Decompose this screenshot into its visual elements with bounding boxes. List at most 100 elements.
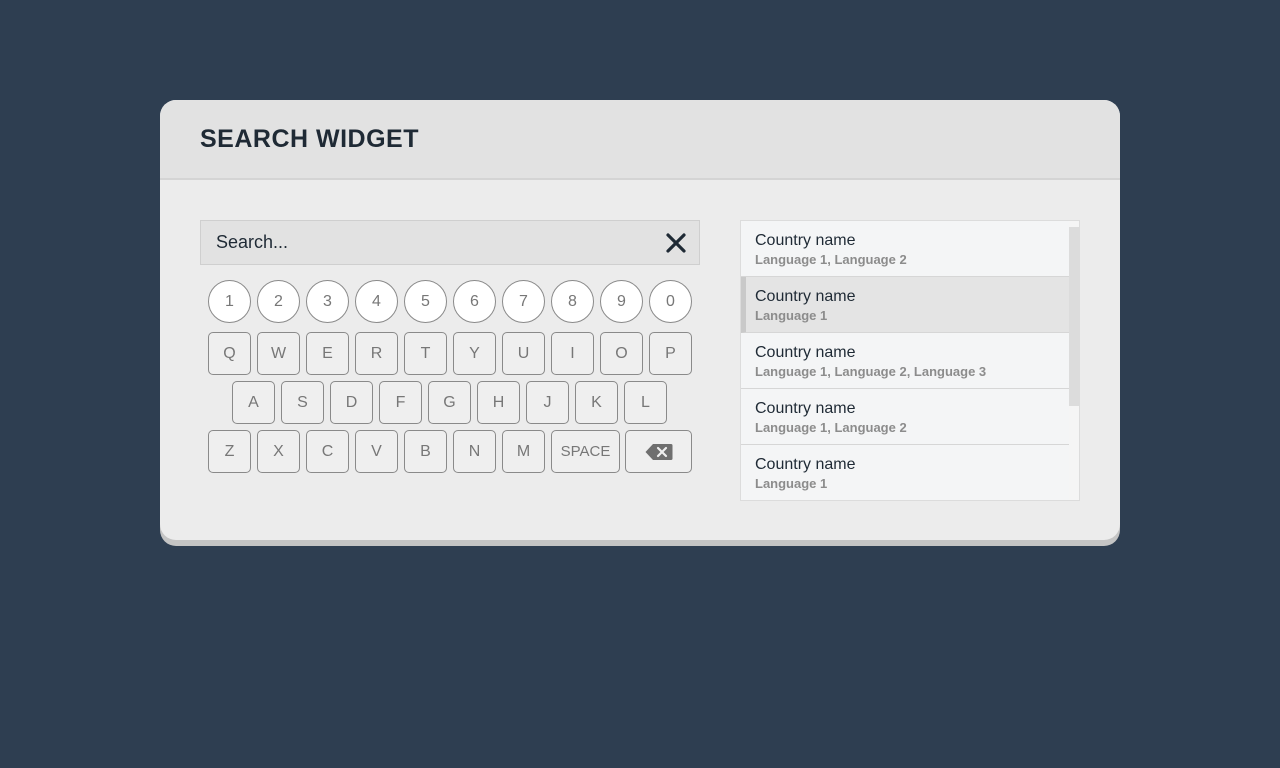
key-0[interactable]: 0	[649, 280, 692, 323]
key-p[interactable]: P	[649, 332, 692, 375]
result-item[interactable]: Country name Language 1	[741, 445, 1069, 500]
key-d-label: D	[345, 393, 358, 411]
key-j-label: J	[543, 393, 552, 411]
key-0-label: 0	[666, 292, 675, 310]
key-8[interactable]: 8	[551, 280, 594, 323]
key-y[interactable]: Y	[453, 332, 496, 375]
result-languages: Language 1, Language 2, Language 3	[755, 364, 987, 379]
search-input[interactable]	[201, 220, 653, 265]
key-u[interactable]: U	[502, 332, 545, 375]
result-item[interactable]: Country name Language 1, Language 2	[741, 221, 1069, 277]
key-s-label: S	[297, 393, 308, 411]
key-3-label: 3	[323, 292, 332, 310]
key-v[interactable]: V	[355, 430, 398, 473]
key-s[interactable]: S	[281, 381, 324, 424]
key-5-label: 5	[421, 292, 430, 310]
space-key[interactable]: SPACE	[551, 430, 620, 473]
key-m[interactable]: M	[502, 430, 545, 473]
key-n[interactable]: N	[453, 430, 496, 473]
result-country-name: Country name	[755, 456, 856, 473]
key-h[interactable]: H	[477, 381, 520, 424]
key-g[interactable]: G	[428, 381, 471, 424]
key-5[interactable]: 5	[404, 280, 447, 323]
key-6[interactable]: 6	[453, 280, 496, 323]
key-6-label: 6	[470, 292, 479, 310]
key-k[interactable]: K	[575, 381, 618, 424]
key-w-label: W	[270, 344, 287, 362]
key-j[interactable]: J	[526, 381, 569, 424]
clear-search-button[interactable]	[653, 221, 699, 264]
key-e-label: E	[322, 344, 333, 362]
result-languages: Language 1, Language 2	[755, 252, 907, 267]
key-w[interactable]: W	[257, 332, 300, 375]
key-8-label: 8	[568, 292, 577, 310]
key-k-label: K	[591, 393, 602, 411]
result-country-name: Country name	[755, 400, 856, 417]
key-g-label: G	[443, 393, 456, 411]
result-country-name: Country name	[755, 232, 856, 249]
key-q-label: Q	[223, 344, 236, 362]
scrollbar-track[interactable]	[1069, 221, 1079, 500]
key-l[interactable]: L	[624, 381, 667, 424]
widget-title: SEARCH WIDGET	[200, 124, 419, 153]
result-country-name: Country name	[755, 288, 856, 305]
key-r[interactable]: R	[355, 332, 398, 375]
key-e[interactable]: E	[306, 332, 349, 375]
widget-header: SEARCH WIDGET	[160, 100, 1120, 180]
key-4[interactable]: 4	[355, 280, 398, 323]
result-item[interactable]: Country name Language 1, Language 2, Lang…	[741, 333, 1069, 389]
key-f[interactable]: F	[379, 381, 422, 424]
key-a[interactable]: A	[232, 381, 275, 424]
key-1[interactable]: 1	[208, 280, 251, 323]
key-4-label: 4	[372, 292, 381, 310]
key-a-label: A	[248, 393, 259, 411]
key-m-label: M	[516, 442, 531, 460]
key-l-label: L	[641, 393, 650, 411]
key-f-label: F	[395, 393, 406, 411]
key-2-label: 2	[274, 292, 283, 310]
key-y-label: Y	[469, 344, 480, 362]
scrollbar-thumb[interactable]	[1069, 227, 1079, 406]
key-i-label: I	[570, 344, 575, 362]
key-7[interactable]: 7	[502, 280, 545, 323]
result-languages: Language 1, Language 2	[755, 420, 907, 435]
key-h-label: H	[492, 393, 505, 411]
close-icon	[666, 232, 686, 253]
key-c-label: C	[321, 442, 334, 460]
key-1-label: 1	[225, 292, 234, 310]
search-box	[200, 220, 700, 265]
key-t[interactable]: T	[404, 332, 447, 375]
key-9-label: 9	[617, 292, 626, 310]
key-t-label: T	[420, 344, 431, 362]
space-key-label: SPACE	[560, 443, 611, 460]
key-c[interactable]: C	[306, 430, 349, 473]
backspace-key[interactable]	[625, 430, 692, 473]
key-p-label: P	[665, 344, 676, 362]
key-z-label: Z	[224, 442, 235, 460]
result-languages: Language 1	[755, 308, 828, 323]
key-2[interactable]: 2	[257, 280, 300, 323]
key-n-label: N	[468, 442, 481, 460]
key-o[interactable]: O	[600, 332, 643, 375]
backspace-icon	[645, 443, 672, 460]
key-o-label: O	[615, 344, 628, 362]
result-country-name: Country name	[755, 344, 856, 361]
key-b-label: B	[420, 442, 431, 460]
key-b[interactable]: B	[404, 430, 447, 473]
key-u-label: U	[517, 344, 530, 362]
key-v-label: V	[371, 442, 382, 460]
key-q[interactable]: Q	[208, 332, 251, 375]
key-i[interactable]: I	[551, 332, 594, 375]
search-widget: SEARCH WIDGET 1 2 3 4 5 6 7 8 9 0 Q W E R T Y U I O P A S D F…	[160, 100, 1120, 540]
key-d[interactable]: D	[330, 381, 373, 424]
key-7-label: 7	[519, 292, 528, 310]
result-item[interactable]: Country name Language 1	[741, 277, 1069, 333]
key-3[interactable]: 3	[306, 280, 349, 323]
key-z[interactable]: Z	[208, 430, 251, 473]
result-item[interactable]: Country name Language 1, Language 2	[741, 389, 1069, 445]
key-9[interactable]: 9	[600, 280, 643, 323]
result-languages: Language 1	[755, 476, 828, 491]
key-x[interactable]: X	[257, 430, 300, 473]
results-list: Country name Language 1 Country name Langua…	[740, 220, 1080, 501]
key-x-label: X	[273, 442, 284, 460]
